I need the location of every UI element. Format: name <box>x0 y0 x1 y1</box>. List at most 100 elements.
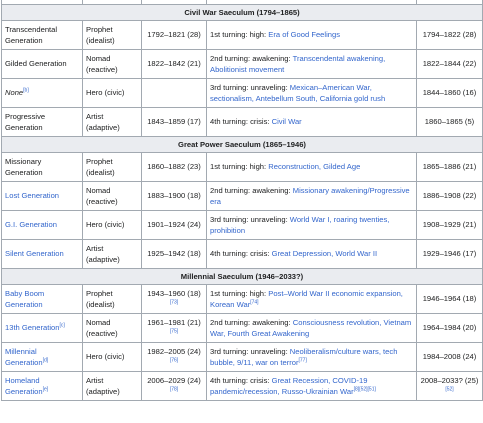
birth-years-cell: 1860–1882 (23) <box>141 151 207 182</box>
turning-cell: 4th turning: crisis: Great Depression, W… <box>206 238 417 269</box>
birth-years-text: 1883–1900 (18) <box>147 191 201 200</box>
generation-footnote[interactable]: [b] <box>23 87 29 93</box>
table-row: Lost Generation Nomad (reactive) 1883–1900… <box>1 180 483 211</box>
archetype-cell: Nomad (reactive) <box>82 48 142 79</box>
table-row: None[b] Hero (civic) 3rd turning: unraveli… <box>1 77 483 108</box>
turning-cell: 3rd turning: unraveling: Neoliberalism/c… <box>206 341 417 372</box>
generation-name: Transcendental Generation <box>5 24 58 45</box>
entered-years-text: 1929–1946 (17) <box>422 249 477 258</box>
turning-cell: 1st turning: high: Reconstruction, Gilde… <box>206 151 417 182</box>
birth-years-text: 1925–1942 (18) <box>147 249 201 258</box>
generation-name: None <box>5 88 24 97</box>
generation-cell: Millennial Generation[d] <box>1 341 83 372</box>
entered-years-text: 1886–1908 (22) <box>422 191 477 200</box>
table-row: Silent Generation Artist (adaptive) 1925–1… <box>1 238 483 269</box>
generation-footnote[interactable]: [d] <box>43 357 49 363</box>
entered-years-cell: 1964–1984 (20) <box>416 312 483 343</box>
saeculum-header-row: Civil War Saeculum (1794–1865) <box>1 3 483 21</box>
entered-years-text: 1794–1822 (28) <box>422 30 477 39</box>
table-row: Missionary Generation Prophet (idealist) 1… <box>1 151 483 182</box>
turning-events-link[interactable]: Great Depression, World War II <box>272 249 378 258</box>
generation-cell: Missionary Generation <box>1 151 83 182</box>
turning-label: 4th turning: crisis: <box>210 249 272 258</box>
table-row: G.I. Generation Hero (civic) 1901–1924 (24… <box>1 209 483 240</box>
turning-cell: 4th turning: crisis: Great Recession, CO… <box>206 370 417 401</box>
archetype-text: Hero (civic) <box>86 88 125 97</box>
turning-cell: 2nd turning: awakening: Consciousness re… <box>206 312 417 343</box>
entered-years-cell: 1822–1844 (22) <box>416 48 483 79</box>
turning-footnote[interactable]: [74] <box>250 299 258 305</box>
entered-years-text: 1964–1984 (20) <box>422 323 477 332</box>
entered-years-cell: 1844–1860 (16) <box>416 77 483 108</box>
birth-years-text: 1843–1859 (17) <box>147 117 201 126</box>
archetype-text: Hero (civic) <box>86 220 125 229</box>
generation-name[interactable]: Lost Generation <box>5 191 59 200</box>
entered-years-text: 1822–1844 (22) <box>422 59 477 68</box>
generation-cell: None[b] <box>1 77 83 108</box>
birth-years-text: 1961–1981 (21) <box>147 317 201 327</box>
entered-years-cell: 1794–1822 (28) <box>416 19 483 50</box>
generation-name[interactable]: Baby Boom Generation <box>5 289 44 309</box>
generation-footnote[interactable]: [c] <box>59 322 64 328</box>
birth-years-cell: 2006–2029 (24)[78] <box>141 370 207 401</box>
saeculum-header: Great Power Saeculum (1865–1946) <box>1 135 483 153</box>
generation-name: Missionary Generation <box>5 156 43 177</box>
saeculum-header: Millennial Saeculum (1946–2033?) <box>1 267 483 285</box>
archetype-text: Nomad (reactive) <box>86 317 118 338</box>
archetype-text: Nomad (reactive) <box>86 185 118 206</box>
entered-years-cell: 1984–2008 (24) <box>416 341 483 372</box>
generation-name[interactable]: 13th Generation <box>5 323 59 332</box>
birth-years-cell: 1822–1842 (21) <box>141 48 207 79</box>
entered-years-cell: 1860–1865 (5) <box>416 106 483 137</box>
entered-years-cell: 1886–1908 (22) <box>416 180 483 211</box>
generation-name: Progressive Generation <box>5 111 46 132</box>
birth-years-cell: 1883–1900 (18) <box>141 180 207 211</box>
archetype-cell: Hero (civic) <box>82 77 142 108</box>
generation-footnote[interactable]: [e] <box>43 386 49 392</box>
birth-years-cell: 1792–1821 (28) <box>141 19 207 50</box>
generation-cell: Gilded Generation <box>1 48 83 79</box>
archetype-cell: Prophet (idealist) <box>82 151 142 182</box>
entered-years-footnote[interactable]: [52] <box>445 386 453 392</box>
turning-label: 1st turning: high: <box>210 162 269 171</box>
turning-cell: 4th turning: crisis: Civil War <box>206 106 417 137</box>
generation-name[interactable]: G.I. Generation <box>5 220 57 229</box>
archetype-text: Prophet (idealist) <box>86 156 115 177</box>
birth-years-cell: 1925–1942 (18) <box>141 238 207 269</box>
archetype-text: Hero (civic) <box>86 352 125 361</box>
turning-label: 3rd turning: unraveling: <box>210 346 290 356</box>
archetype-text: Prophet (idealist) <box>86 288 115 309</box>
generation-name[interactable]: Millennial Generation <box>5 347 43 367</box>
turning-cell: 1st turning: high: Era of Good Feelings <box>206 19 417 50</box>
birth-years-footnote[interactable]: [76] <box>170 357 178 363</box>
turning-cell: 2nd turning: awakening: Transcendental a… <box>206 48 417 79</box>
turning-label: 3rd turning: unraveling: <box>210 214 290 224</box>
turning-events-link[interactable]: Reconstruction, Gilded Age <box>268 162 360 171</box>
birth-years-footnote[interactable]: [73] <box>170 299 178 305</box>
birth-years-cell: 1843–1859 (17) <box>141 106 207 137</box>
entered-years-cell: 1946–1964 (18) <box>416 283 483 314</box>
generation-name[interactable]: Homeland Generation <box>5 376 43 396</box>
turning-footnote[interactable]: [77] <box>299 357 307 363</box>
birth-years-text: 1982–2005 (24) <box>147 346 201 356</box>
table-row: Homeland Generation[e] Artist (adaptive) 2… <box>1 370 483 401</box>
saeculum-header-row: Millennial Saeculum (1946–2033?) <box>1 267 483 285</box>
turning-events-link[interactable]: Civil War <box>272 117 302 126</box>
archetype-cell: Nomad (reactive) <box>82 312 142 343</box>
entered-years-text: 2008–2033? (25) <box>420 375 479 385</box>
entered-years-cell: 1929–1946 (17) <box>416 238 483 269</box>
entered-years-text: 1860–1865 (5) <box>424 117 475 126</box>
entered-years-text: 1844–1860 (16) <box>422 88 477 97</box>
birth-years-cell: 1901–1924 (24) <box>141 209 207 240</box>
generation-name[interactable]: Silent Generation <box>5 249 64 258</box>
turning-label: 4th turning: crisis: <box>210 117 272 126</box>
turning-label: 4th turning: crisis: <box>210 375 272 385</box>
turning-label: 3rd turning: unraveling: <box>210 82 290 92</box>
generation-cell: Lost Generation <box>1 180 83 211</box>
turning-footnote[interactable]: [8][52][51] <box>354 386 376 392</box>
birth-years-footnote[interactable]: [75] <box>170 328 178 334</box>
birth-years-footnote[interactable]: [78] <box>170 386 178 392</box>
turning-events-link[interactable]: Era of Good Feelings <box>268 30 340 39</box>
birth-years-text: 1943–1960 (18) <box>147 288 201 298</box>
saeculum-header: Civil War Saeculum (1794–1865) <box>1 3 483 21</box>
